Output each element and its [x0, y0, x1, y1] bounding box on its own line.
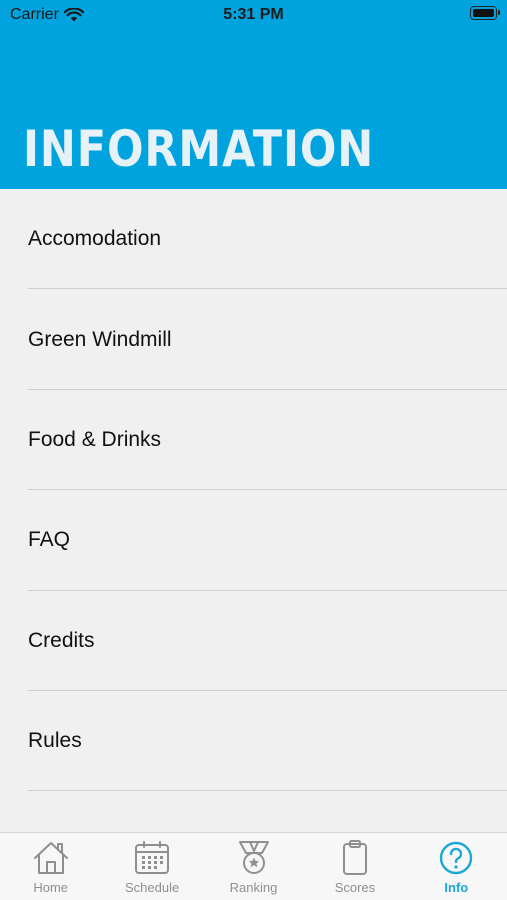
page-title: INFORMATION — [23, 120, 375, 178]
tab-label: Info — [444, 880, 469, 895]
info-item-rules[interactable]: Rules — [0, 691, 507, 792]
tab-info[interactable]: Info — [406, 833, 507, 900]
info-item-label: Food & Drinks — [28, 427, 162, 451]
tab-label: Schedule — [125, 880, 180, 895]
clipboard-icon — [342, 840, 367, 875]
tab-label: Ranking — [229, 880, 278, 895]
info-item-accomodation[interactable]: Accomodation — [0, 189, 507, 290]
info-item-credits[interactable]: Credits — [0, 591, 507, 692]
info-item-faq[interactable]: FAQ — [0, 490, 507, 591]
info-item-label: FAQ — [28, 528, 71, 552]
tab-home[interactable]: Home — [0, 833, 101, 900]
info-item-label: Credits — [28, 628, 95, 652]
tab-bar: Home Schedule Ranking Scores Info — [0, 832, 507, 900]
tab-label: Home — [33, 880, 69, 895]
question-circle-icon — [440, 841, 473, 875]
app-header: Carrier 5:31 PM INFORMATION — [0, 0, 507, 189]
info-item-label: Rules — [28, 729, 82, 753]
tab-scores[interactable]: Scores — [304, 833, 405, 900]
info-item-label: Accomodation — [28, 227, 162, 251]
info-item-food-drinks[interactable]: Food & Drinks — [0, 390, 507, 491]
tab-label: Scores — [334, 880, 376, 895]
status-bar: Carrier 5:31 PM — [0, 0, 507, 30]
status-time: 5:31 PM — [223, 6, 284, 23]
home-icon — [33, 842, 68, 874]
tab-ranking[interactable]: Ranking — [203, 833, 304, 900]
info-item-label: Green Windmill — [28, 327, 172, 351]
battery-icon — [470, 6, 500, 20]
tab-schedule[interactable]: Schedule — [101, 833, 202, 900]
info-item-green-windmill[interactable]: Green Windmill — [0, 289, 507, 391]
calendar-icon — [135, 841, 170, 874]
medal-icon — [238, 841, 269, 874]
info-list: Accomodation Green Windmill Food & Drink… — [0, 189, 507, 792]
